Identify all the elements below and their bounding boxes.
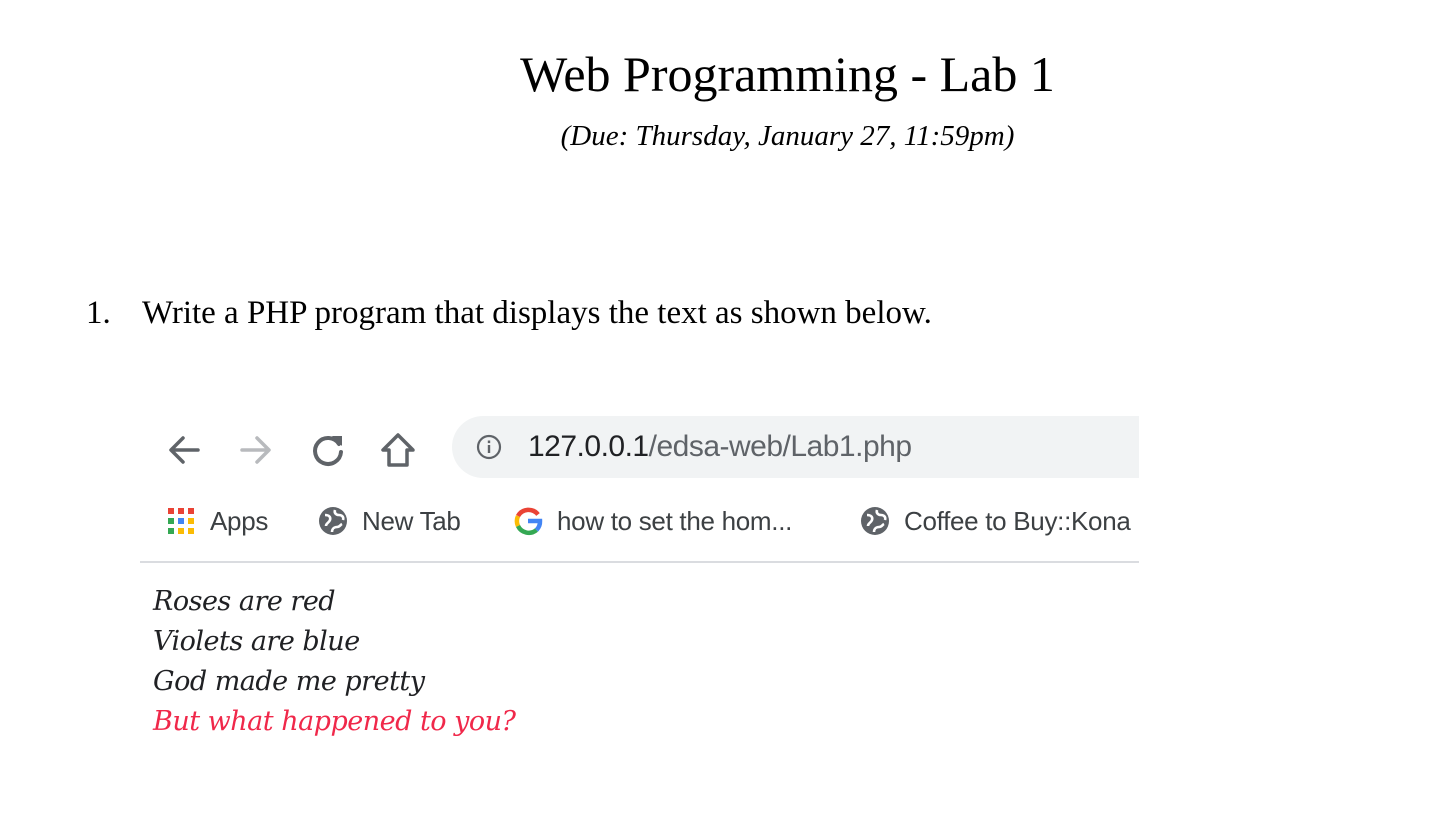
poem-line-highlight: But what happened to you? [153,706,516,737]
question-item: 1. Write a PHP program that displays the … [86,292,932,334]
arrow-left-icon [169,436,200,464]
question-text: Write a PHP program that displays the te… [142,295,932,331]
apps-grid-icon [168,508,194,534]
browser-toolbar: 127.0.0.1/edsa-web/Lab1.php [140,405,1139,490]
toolbar-divider [140,561,1139,563]
reload-icon [313,436,343,466]
bookmark-label: New Tab [362,505,461,536]
poem-line: Roses are red [153,586,336,617]
bookmark-google-search[interactable]: how to set the hom... [513,501,792,541]
url-host: 127.0.0.1 [528,430,649,463]
bookmark-apps[interactable]: Apps [166,501,268,541]
page-title: Web Programming - Lab 1 [520,46,1055,102]
bookmark-label: how to set the hom... [557,505,793,536]
poem-line: God made me pretty [153,666,425,697]
question-number: 1. [86,295,111,331]
bookmark-label: Apps [210,505,269,536]
address-bar[interactable]: 127.0.0.1/edsa-web/Lab1.php [452,416,1139,478]
arrow-right-icon [240,436,271,464]
due-date: (Due: Thursday, January 27, 11:59pm) [560,120,1015,152]
bookmark-coffee[interactable]: Coffee to Buy::Kona [860,501,1131,541]
url-text: 127.0.0.1/edsa-web/Lab1.php [528,429,912,465]
url-path: /edsa-web/Lab1.php [648,430,912,463]
browser-screenshot: 127.0.0.1/edsa-web/Lab1.php Apps New Tab [140,405,1139,750]
poem-output: Roses are red Violets are blue God made … [153,582,516,742]
google-g-icon [514,507,543,536]
globe-icon [319,507,347,535]
globe-icon [861,507,889,535]
bookmark-label: Coffee to Buy::Kona [904,505,1131,536]
poem-line: Violets are blue [153,626,360,657]
bookmark-new-tab[interactable]: New Tab [318,501,461,541]
info-icon [476,434,502,460]
home-icon [381,433,415,467]
